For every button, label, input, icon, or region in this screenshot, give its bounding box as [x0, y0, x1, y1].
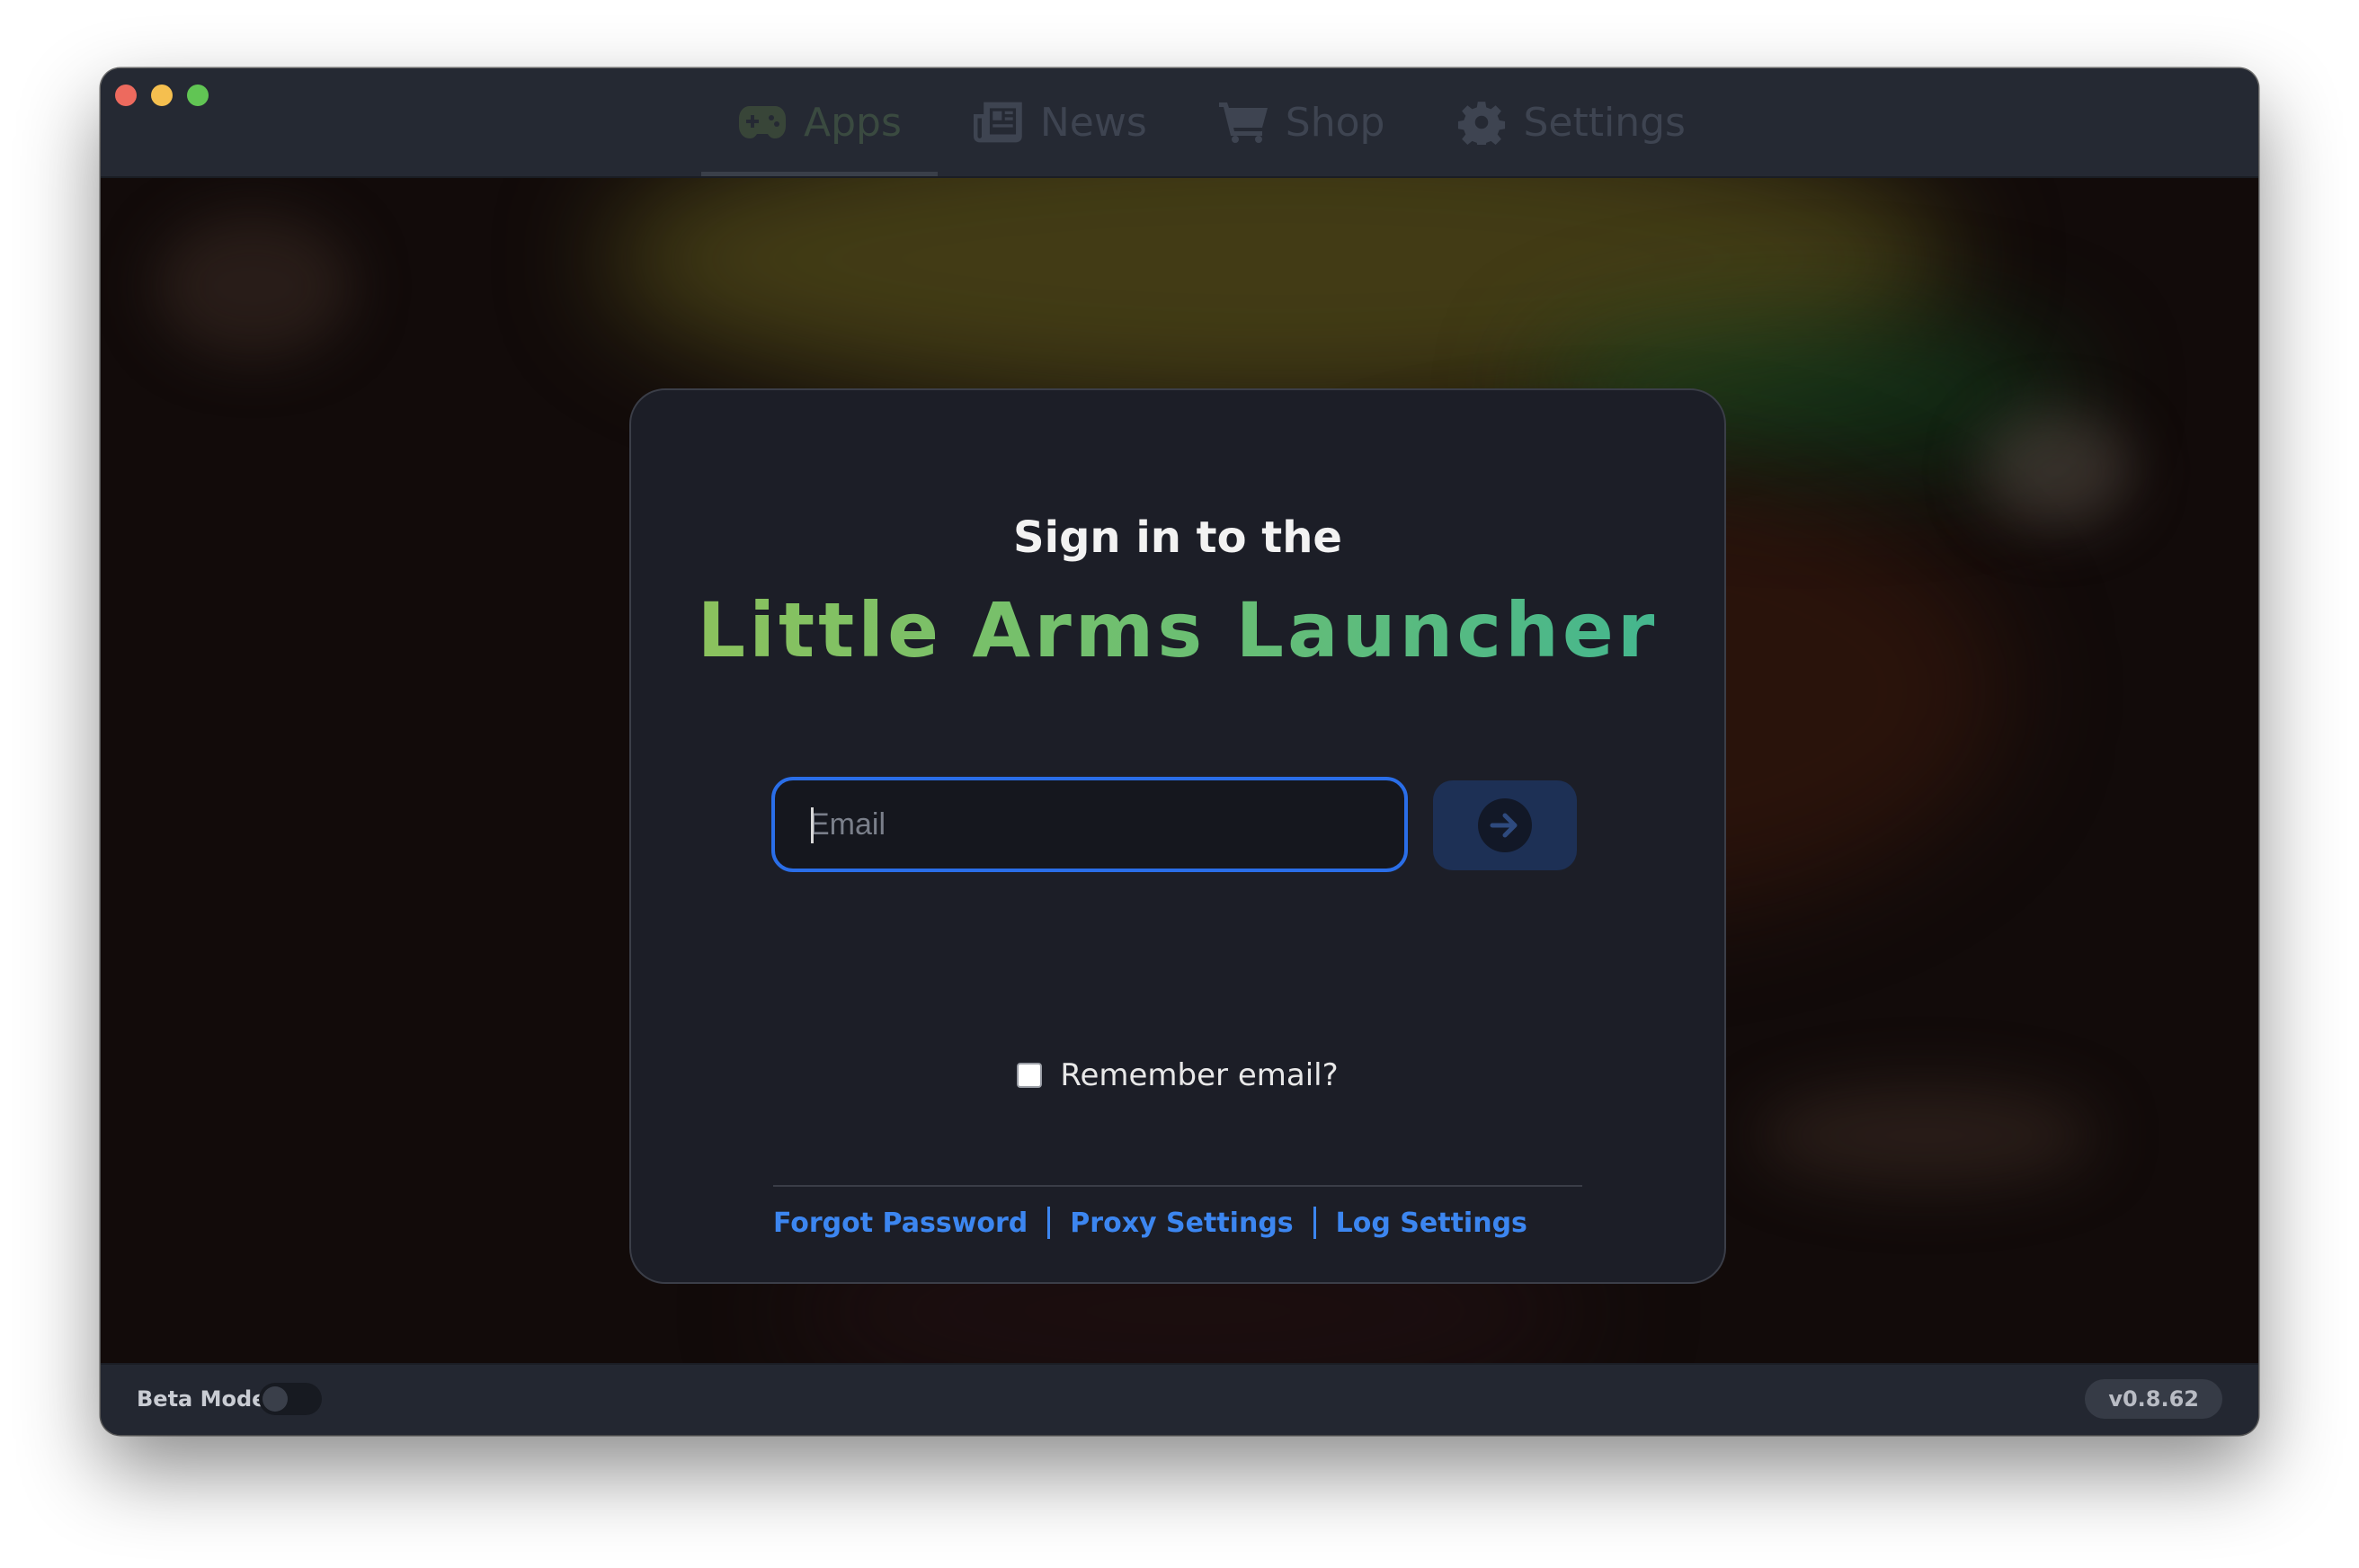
text-caret	[811, 807, 814, 843]
tab-news-label: News	[1039, 99, 1147, 146]
cart-icon	[1218, 102, 1268, 143]
tab-apps-label: Apps	[804, 99, 902, 146]
minimize-window-button[interactable]	[151, 85, 173, 106]
remember-email-checkbox[interactable]	[1017, 1063, 1043, 1088]
maximize-window-button[interactable]	[187, 85, 209, 106]
tab-settings[interactable]: Settings	[1420, 68, 1721, 176]
footer-links: Forgot Password Proxy Settings Log Setti…	[773, 1207, 1527, 1239]
launcher-window: Apps News Shop Settings Sign in to the L…	[101, 68, 2258, 1435]
proxy-settings-link[interactable]: Proxy Settings	[1070, 1207, 1293, 1239]
tab-shop[interactable]: Shop	[1183, 68, 1421, 176]
email-field[interactable]	[771, 777, 1408, 872]
forgot-password-link[interactable]: Forgot Password	[773, 1207, 1028, 1239]
link-separator	[1047, 1207, 1051, 1239]
remember-email-row: Remember email?	[631, 1057, 1724, 1093]
log-settings-link[interactable]: Log Settings	[1336, 1207, 1527, 1239]
gamepad-icon	[739, 106, 786, 138]
main-content: Sign in to the Little Arms Launcher Reme…	[101, 178, 2258, 1363]
tab-news[interactable]: News	[938, 68, 1183, 176]
launcher-title: Little Arms Launcher	[631, 586, 1724, 674]
title-bar: Apps News Shop Settings	[101, 68, 2258, 178]
arrow-right-icon	[1478, 798, 1532, 852]
tab-settings-label: Settings	[1523, 99, 1686, 146]
background-blur	[155, 214, 352, 358]
sign-in-subtitle: Sign in to the	[1013, 512, 1342, 563]
background-blur	[1755, 1086, 2096, 1185]
tab-apps[interactable]: Apps	[701, 68, 938, 176]
background-blur	[1980, 412, 2132, 529]
tab-shop-label: Shop	[1285, 99, 1385, 146]
remember-email-label[interactable]: Remember email?	[1060, 1057, 1338, 1093]
close-window-button[interactable]	[115, 85, 137, 106]
status-bar: Beta Mode v0.8.62	[101, 1363, 2258, 1435]
newspaper-icon	[973, 102, 1022, 143]
toggle-knob	[263, 1386, 288, 1412]
beta-mode-toggle[interactable]	[259, 1383, 322, 1415]
gear-icon	[1458, 102, 1506, 145]
version-badge: v0.8.62	[2085, 1379, 2222, 1419]
main-nav-tabs: Apps News Shop Settings	[701, 68, 1722, 176]
submit-email-button[interactable]	[1433, 780, 1577, 870]
link-separator	[1313, 1207, 1316, 1239]
beta-mode-label: Beta Mode	[137, 1386, 267, 1412]
sign-in-card: Sign in to the Little Arms Launcher Reme…	[629, 388, 1726, 1284]
divider	[773, 1185, 1582, 1187]
